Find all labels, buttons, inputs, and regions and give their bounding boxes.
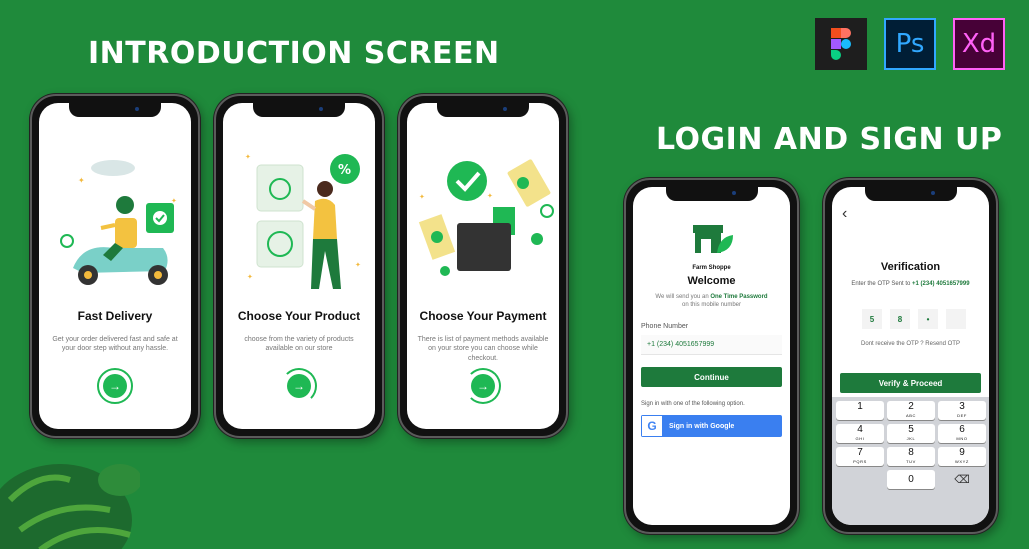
otp-sent-number: +1 (234) 4051657999 [912,281,970,287]
verification-phone: ‹ Verification Enter the OTP Sent to +1 … [823,178,998,534]
svg-text:✦: ✦ [247,273,253,281]
key-letters: PQRS [853,459,867,464]
key-digit: 1 [857,401,863,412]
key-digit: 6 [959,424,965,435]
numeric-keypad: 1 2 ABC 3 DEF 4 GHI 5 JKL 6 MNO 7 PQRS 8 TUV 9W… [832,397,989,525]
key-1[interactable]: 1 [836,401,884,420]
onboarding-description: choose from the variety of products avai… [244,336,354,353]
arrow-right-icon: → [471,374,495,398]
onboarding-description: There is list of payment methods availab… [417,336,549,362]
svg-text:✦: ✦ [355,261,361,269]
key-digit: 2 [908,401,914,412]
brand-name: Farm Shoppe [692,265,731,271]
svg-text:✦: ✦ [245,153,251,161]
svg-text:✦: ✦ [487,192,493,200]
otp-sent-prefix: Enter the OTP Sent to [851,281,913,287]
key-letters: MNO [956,436,968,441]
xd-logo-icon: Xd [953,18,1005,70]
key-9[interactable]: 9 WXYZ [938,447,986,466]
key-7[interactable]: 7 PQRS [836,447,884,466]
otp-info-text: We will send you an One Time Password on… [633,293,790,310]
figma-logo-icon [815,18,867,70]
payment-wallet-illustration: ✦✦ [418,159,554,276]
google-signin-button[interactable]: G Sign in with Google [641,415,782,437]
key-digit: 7 [857,447,863,458]
otp-digit-4[interactable] [946,309,966,329]
backspace-icon[interactable]: ⌫ [938,470,986,489]
verify-proceed-button[interactable]: Verify & Proceed [840,373,981,393]
key-letters: TUV [906,459,916,464]
watermelon-decoration [0,464,140,549]
key-digit: 3 [959,401,965,412]
key-letters: JKL [906,436,916,441]
key-3[interactable]: 3 DEF [938,401,986,420]
delivery-scooter-illustration: ✦✦ [60,160,177,285]
svg-text:✦: ✦ [419,193,425,201]
photoshop-logo-icon: Ps [884,18,936,70]
onboarding-description: Get your order delivered fast and safe a… [52,336,178,353]
onboarding-title: Choose Your Product [237,309,361,323]
back-icon[interactable]: ‹ [842,205,847,223]
otp-digit-3[interactable]: • [918,309,938,329]
intro-phone-choose-payment: ✦ ✦ Choose Your Payment There is list of … [398,94,568,438]
farm-shoppe-logo-icon [693,225,733,253]
phone-number-value: +1 (234) 4051657999 [647,341,715,348]
next-button[interactable]: → [465,368,501,404]
onboarding-title: Fast Delivery [77,309,153,323]
intro-phone-fast-delivery: ✦ ✦ Fast Delivery Get your order delivere… [30,94,200,438]
key-digit: 4 [857,424,863,435]
svg-text:%: % [338,163,351,178]
next-button[interactable]: → [281,368,317,404]
otp-digit-1[interactable]: 5 [862,309,882,329]
key-letters: DEF [957,413,967,418]
google-signin-label: Sign in with Google [669,422,735,430]
otp-sent-text: Enter the OTP Sent to +1 (234) 405165799… [832,281,989,287]
login-section-heading: LOGIN AND SIGN UP [656,122,1003,157]
otp-digit-2[interactable]: 8 [890,309,910,329]
intro-phone-choose-product: % ✦ ✦ ✦ Choose Your Product choose from t… [214,94,384,438]
resend-otp-text[interactable]: Dont receive the OTP ? Resend OTP [832,341,989,347]
key-digit: 0 [908,474,914,485]
key-letters: WXYZ [955,459,969,464]
key-5[interactable]: 5 JKL [887,424,935,443]
key-0[interactable]: 0 [887,470,935,489]
arrow-right-icon: → [287,374,311,398]
intro-section-heading: INTRODUCTION SCREEN [88,36,500,71]
otp-info-line2: on this mobile number [681,302,742,309]
shopper-illustration: % ✦ ✦ ✦ [245,153,361,289]
key-letters: ABC [905,413,917,418]
welcome-heading: Welcome [687,275,736,287]
login-phone: Farm Shoppe Welcome We will send you an … [624,178,799,534]
key-8[interactable]: 8 TUV [887,447,935,466]
otp-info-prefix: We will send you an [655,294,711,300]
svg-text:✦: ✦ [78,176,85,185]
next-button[interactable]: → [97,368,133,404]
key-digit: 8 [908,447,914,458]
key-6[interactable]: 6 MNO [938,424,986,443]
signin-options-text: Sign in with one of the following option… [641,401,745,407]
verification-heading: Verification [880,261,941,273]
otp-info-bold: One Time Password [710,294,768,300]
key-letters: GHI [855,436,865,441]
onboarding-title: Choose Your Payment [419,309,547,323]
key-2[interactable]: 2 ABC [887,401,935,420]
key-4[interactable]: 4 GHI [836,424,884,443]
key-digit: 9 [959,447,965,458]
continue-button[interactable]: Continue [641,367,782,387]
phone-number-label: Phone Number [641,323,689,330]
google-icon: G [641,415,663,437]
phone-number-input[interactable]: +1 (234) 4051657999 [641,335,782,355]
key-digit: 5 [908,424,914,435]
arrow-right-icon: → [103,374,127,398]
